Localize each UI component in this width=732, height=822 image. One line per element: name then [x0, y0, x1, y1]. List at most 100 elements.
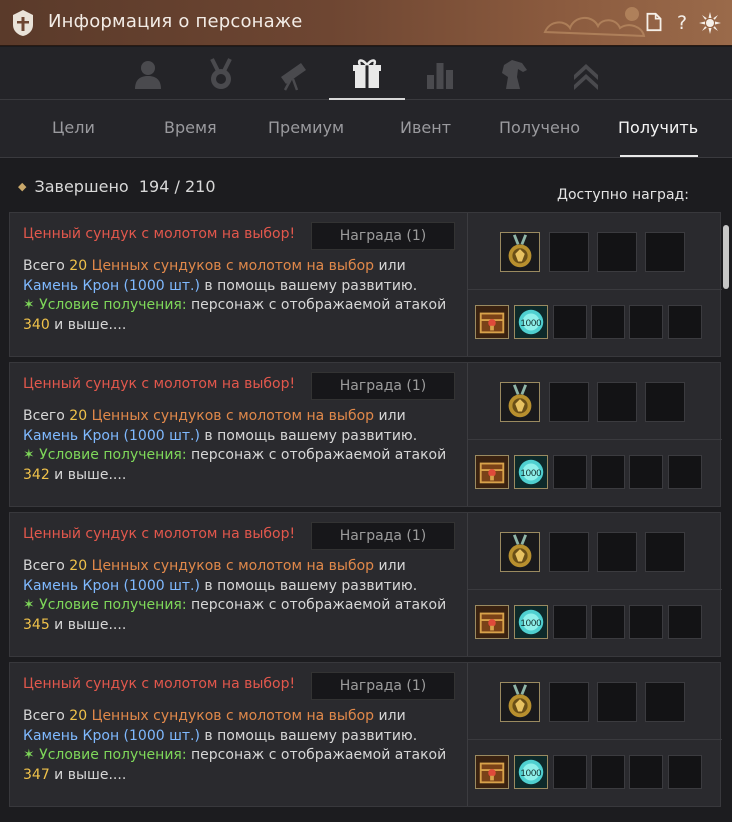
desc-text: и выше....	[49, 616, 127, 633]
desc-text: Всего	[23, 408, 70, 424]
reward-list-panel: ◆ Завершено 194 / 210 Доступно наград: Це…	[0, 159, 732, 822]
condition-text: персонаж с отображаемой атакой	[186, 297, 447, 313]
condition-text: персонаж с отображаемой атакой	[186, 597, 447, 613]
reward-card-info: Ценный сундук с молотом на выбор! Наград…	[10, 663, 465, 806]
chest-count: 20	[69, 708, 88, 724]
claim-reward-button[interactable]: Награда (1)	[311, 372, 455, 400]
desc-text: в помощь вашему развитию.	[199, 577, 418, 594]
reward-title: Ценный сундук с молотом на выбор!	[23, 226, 296, 242]
tab-received[interactable]: Получено	[499, 118, 580, 137]
claim-reward-button[interactable]: Награда (1)	[311, 222, 455, 250]
crown-stone-reward-icon[interactable]: 1000	[514, 605, 548, 639]
tab-telescope-icon[interactable]	[256, 47, 332, 100]
reward-card: Ценный сундук с молотом на выбор! Наград…	[9, 362, 722, 507]
empty-reward-slot	[591, 755, 625, 789]
reward-description: Всего 20 Ценных сундуков с молотом на вы…	[23, 707, 463, 785]
stone-count-label: 1000	[521, 317, 542, 328]
empty-reward-slot	[597, 232, 637, 272]
help-icon[interactable]: ?	[671, 11, 693, 35]
tab-chevrons-up-icon[interactable]	[548, 47, 624, 100]
tab-medal-icon[interactable]	[183, 47, 259, 100]
condition-text: персонаж с отображаемой атакой	[186, 447, 447, 463]
tab-premium[interactable]: Премиум	[268, 118, 344, 137]
chest-reward-icon[interactable]	[475, 605, 509, 639]
stone-count-label: 1000	[521, 617, 542, 628]
chest-reward-icon[interactable]	[475, 755, 509, 789]
empty-reward-slot	[629, 605, 663, 639]
reward-card: Ценный сундук с молотом на выбор! Наград…	[9, 212, 722, 357]
chest-item-name: Ценных сундуков с молотом на выбор	[87, 558, 375, 574]
condition-label: ✶ Условие получения:	[23, 747, 187, 763]
empty-reward-slot	[549, 232, 589, 272]
empty-reward-slot	[629, 305, 663, 339]
stone-item-name: Камень Крон (1000 шт.)	[23, 577, 200, 594]
stone-count-label: 1000	[521, 767, 542, 778]
reward-slots: 1000	[467, 663, 722, 806]
desc-text: или	[374, 708, 406, 724]
available-rewards-label: Доступно наград:	[557, 187, 689, 203]
desc-text: Всего	[23, 558, 70, 574]
desc-text: Всего	[23, 258, 70, 274]
empty-reward-slot	[645, 682, 685, 722]
empty-reward-slot	[645, 532, 685, 572]
slot-divider	[468, 439, 722, 440]
empty-reward-slot	[553, 755, 587, 789]
desc-text: и выше....	[49, 316, 127, 333]
document-icon[interactable]	[643, 11, 665, 35]
slot-divider	[468, 739, 722, 740]
medal-reward-icon[interactable]	[500, 682, 540, 722]
medal-reward-icon[interactable]	[500, 232, 540, 272]
scrollbar-thumb[interactable]	[723, 225, 729, 289]
chest-reward-icon[interactable]	[475, 305, 509, 339]
reward-slots: 1000	[467, 513, 722, 656]
empty-reward-slot	[597, 682, 637, 722]
tab-goals[interactable]: Цели	[52, 118, 95, 137]
empty-reward-slot	[668, 455, 702, 489]
claim-reward-button[interactable]: Награда (1)	[311, 672, 455, 700]
required-attack-value: 340	[23, 316, 50, 333]
tab-character-icon[interactable]	[110, 47, 186, 100]
empty-reward-slot	[597, 382, 637, 422]
crown-stone-reward-icon[interactable]: 1000	[514, 455, 548, 489]
condition-text: персонаж с отображаемой атакой	[186, 747, 447, 763]
character-icon	[135, 60, 161, 89]
medal-reward-icon[interactable]	[500, 382, 540, 422]
stone-count-label: 1000	[521, 467, 542, 478]
empty-reward-slot	[668, 305, 702, 339]
medal-reward-icon[interactable]	[500, 532, 540, 572]
condition-label: ✶ Условие получения:	[23, 447, 187, 463]
tab-claim[interactable]: Получить	[618, 118, 698, 137]
empty-reward-slot	[591, 455, 625, 489]
chest-reward-icon[interactable]	[475, 455, 509, 489]
tab-bar-chart-icon[interactable]	[402, 47, 478, 100]
empty-reward-slot	[597, 532, 637, 572]
chevrons-up-icon	[574, 63, 598, 90]
chest-count: 20	[69, 258, 88, 274]
empty-reward-slot	[553, 305, 587, 339]
crown-stone-reward-icon[interactable]: 1000	[514, 755, 548, 789]
reward-description: Всего 20 Ценных сундуков с молотом на вы…	[23, 257, 463, 335]
empty-reward-slot	[553, 605, 587, 639]
reward-slots: 1000	[467, 363, 722, 506]
crown-stone-reward-icon[interactable]: 1000	[514, 305, 548, 339]
tab-time[interactable]: Время	[164, 118, 217, 137]
desc-text: или	[374, 258, 406, 274]
empty-reward-slot	[645, 232, 685, 272]
stone-item-name: Камень Крон (1000 шт.)	[23, 727, 200, 744]
tab-horse-icon[interactable]	[475, 47, 551, 100]
empty-reward-slot	[549, 682, 589, 722]
stone-item-name: Камень Крон (1000 шт.)	[23, 427, 200, 444]
reward-card-info: Ценный сундук с молотом на выбор! Наград…	[10, 213, 465, 356]
medal-icon	[210, 57, 232, 89]
claim-reward-button[interactable]: Награда (1)	[311, 522, 455, 550]
category-icon-tabs	[0, 47, 732, 100]
empty-reward-slot	[549, 532, 589, 572]
required-attack-value: 342	[23, 466, 50, 483]
tab-gift-icon[interactable]	[329, 47, 405, 100]
reward-slots: 1000	[467, 213, 722, 356]
desc-text: Всего	[23, 708, 70, 724]
tab-event[interactable]: Ивент	[400, 118, 451, 137]
settings-sun-icon[interactable]	[698, 11, 721, 35]
window-title: Информация о персонаже	[48, 11, 303, 32]
chest-count: 20	[69, 558, 88, 574]
